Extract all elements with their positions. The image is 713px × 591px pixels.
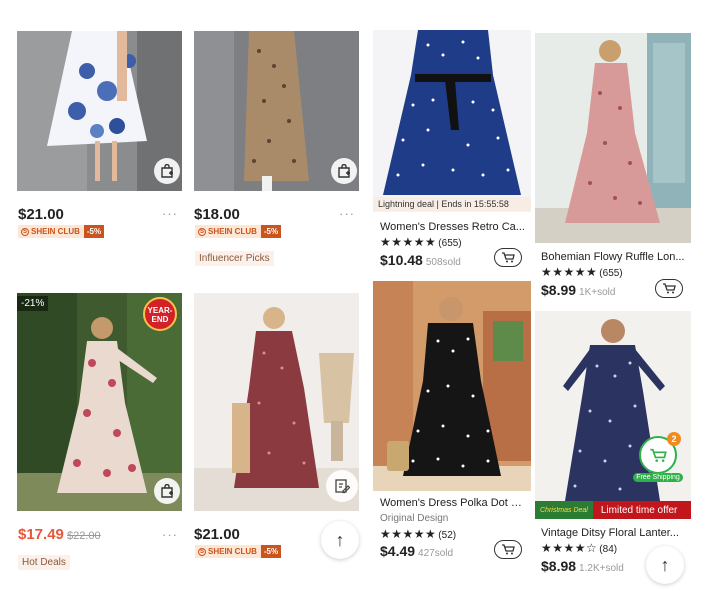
discount-badge: -21% (17, 296, 49, 311)
shein-club-badge: S SHEIN CLUB -5% (18, 225, 105, 238)
rating-stars: ★★★★☆ (84) (541, 541, 618, 555)
product-title[interactable]: Women's Dress Polka Dot V... (380, 497, 526, 509)
christmas-deal-label: Christmas Deal (535, 501, 593, 519)
product-image-4[interactable] (535, 33, 691, 243)
edit-review-button[interactable] (326, 470, 358, 502)
product-price: $4.49 (380, 543, 416, 559)
product-image-7[interactable] (373, 281, 531, 491)
more-options-button[interactable]: ··· (162, 527, 178, 542)
price-and-sold: $10.48 508sold (380, 252, 461, 270)
hot-deals-tag: Hot Deals (18, 555, 70, 570)
product-price: $8.99 (541, 282, 577, 298)
sold-count: 1.2K+sold (579, 563, 624, 574)
year-end-badge: YEAR-END (143, 297, 177, 331)
product-title[interactable]: Women's Dresses Retro Ca... (380, 221, 526, 233)
rating-count: (655) (438, 238, 462, 249)
influencer-picks-tag: Influencer Picks (195, 251, 274, 266)
scroll-to-top-button-secondary[interactable]: ↑ (646, 546, 684, 584)
price-and-sold: $8.98 1.2K+sold (541, 558, 624, 576)
price-and-sold: $8.99 1K+sold (541, 282, 615, 300)
original-price: $22.00 (67, 530, 101, 542)
product-title[interactable]: Bohemian Flowy Ruffle Lon... (541, 251, 687, 263)
product-image-3[interactable] (373, 30, 531, 212)
arrow-up-icon: ↑ (335, 529, 345, 550)
product-price: $10.48 (380, 252, 423, 268)
add-to-cart-button[interactable] (494, 248, 522, 267)
product-price: $18.00 (194, 206, 240, 223)
arrow-up-icon: ↑ (660, 554, 670, 575)
product-price: $8.98 (541, 558, 577, 574)
sold-count: 427sold (418, 548, 454, 559)
price-and-sold: $4.49 427sold (380, 543, 453, 561)
rating-count: (52) (438, 530, 457, 541)
rating-stars: ★★★★★ (655) (380, 235, 462, 249)
cart-count-badge: 2 (667, 432, 681, 446)
club-icon: S (198, 227, 206, 236)
rating-count: (655) (599, 268, 623, 279)
bag-plus-icon (338, 164, 350, 178)
cart-icon (502, 252, 515, 263)
product-price: $21.00 (18, 206, 64, 223)
scroll-to-top-button[interactable]: ↑ (321, 521, 359, 559)
lightning-deal-banner: Lightning deal | Ends in 15:55:58 (373, 197, 531, 211)
shein-club-badge: S SHEIN CLUB -5% (195, 545, 282, 558)
edit-icon (335, 479, 350, 494)
limited-time-offer-bar: Christmas Deal Limited time offer (535, 501, 691, 519)
product-price: $17.49 (18, 526, 64, 543)
bag-plus-icon (161, 164, 173, 178)
shein-club-badge: S SHEIN CLUB -5% (195, 225, 282, 238)
limited-time-label: Limited time offer (600, 504, 678, 516)
original-design-label: Original Design (380, 513, 449, 524)
add-to-cart-button[interactable] (655, 279, 683, 298)
sold-count: 1K+sold (579, 287, 616, 298)
add-to-bag-button[interactable] (154, 158, 180, 184)
rating-count: (84) (599, 544, 618, 555)
sold-count: 508sold (425, 257, 461, 268)
club-icon: S (21, 227, 29, 236)
add-to-cart-button[interactable] (494, 540, 522, 559)
cart-icon (502, 544, 515, 555)
free-shipping-label: Free Shipping (633, 473, 683, 482)
more-options-button[interactable]: ··· (339, 206, 355, 221)
rating-stars: ★★★★★ (52) (380, 527, 457, 541)
add-to-bag-button[interactable] (331, 158, 357, 184)
club-icon: S (198, 547, 206, 556)
rating-stars: ★★★★★ (655) (541, 265, 623, 279)
bag-plus-icon (161, 484, 173, 498)
cart-icon (663, 283, 676, 294)
more-options-button[interactable]: ··· (162, 206, 178, 221)
product-title[interactable]: Vintage Ditsy Floral Lanter... (541, 527, 687, 539)
add-to-bag-button[interactable] (154, 478, 180, 504)
product-price: $21.00 (194, 526, 240, 543)
free-shipping-cart-button[interactable]: 2 Free Shipping (633, 432, 683, 482)
